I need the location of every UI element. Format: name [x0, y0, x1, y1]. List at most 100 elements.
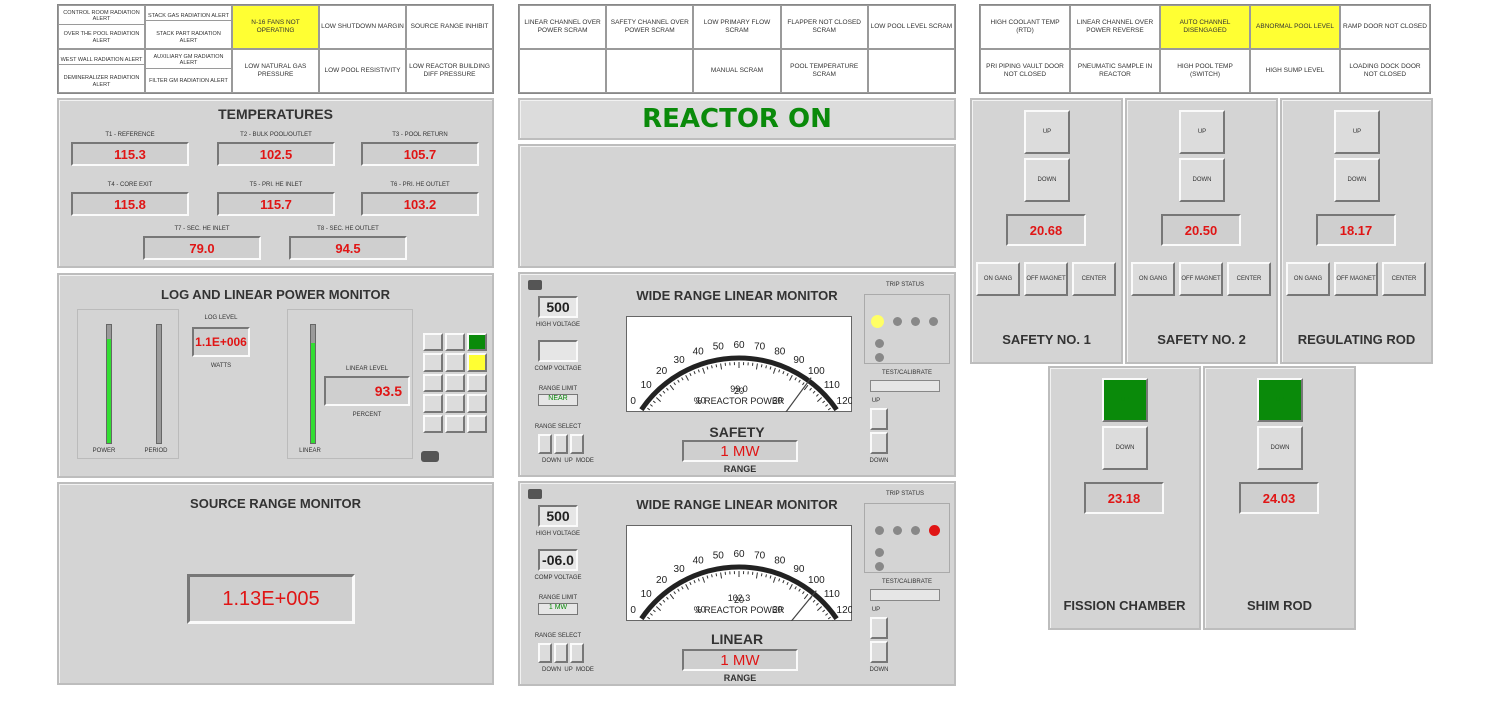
gauge-tick-label: 120: [837, 396, 852, 407]
test-calibrate-field[interactable]: [870, 589, 940, 601]
log-level-value: 1.1E+006: [192, 327, 250, 357]
trip-status-panel: [864, 503, 950, 573]
rod-down-button[interactable]: DOWN: [1024, 158, 1070, 202]
gauge-tick-label: 110: [824, 380, 840, 391]
range-down-button[interactable]: [538, 643, 552, 663]
linear-bargraph: LINEAR LINEAR LEVEL 93.5 PERCENT: [287, 309, 413, 459]
annunciator-cell: HIGH SUMP LEVEL: [1250, 49, 1340, 93]
on-gang-button[interactable]: ON GANG: [1131, 262, 1175, 296]
annunciator-left: CONTROL ROOM RADIATION ALERT OVER THE PO…: [57, 4, 494, 94]
range-up-button[interactable]: [554, 643, 568, 663]
annunciator-cell: LOW POOL RESISTIVITY: [319, 49, 406, 93]
keypad-button[interactable]: [423, 333, 443, 352]
range-value: 1 MW: [682, 649, 798, 671]
range-down-button[interactable]: [538, 434, 552, 454]
keypad-button[interactable]: [445, 333, 465, 352]
gauge-tick: [711, 365, 713, 369]
gauge-tick-label: 50: [713, 342, 725, 353]
center-button[interactable]: CENTER: [1072, 262, 1116, 296]
annunciator-cell-stack: WEST WALL RADIATION ALERT DEMINERALIZER …: [58, 49, 145, 93]
gauge-tick: [760, 364, 763, 368]
rod-position: 24.03: [1239, 482, 1319, 514]
keypad-button[interactable]: [445, 353, 465, 372]
rod-name: SAFETY NO. 1: [1002, 332, 1091, 347]
trip-status-label: TRIP STATUS: [885, 282, 924, 288]
log-level-label: LOG LEVEL: [204, 315, 238, 321]
rod-up-button[interactable]: UP: [1024, 110, 1070, 154]
gauge-tick-label: 90: [793, 564, 805, 575]
keypad-button[interactable]: [445, 394, 465, 413]
test-calibrate-field[interactable]: [870, 380, 940, 392]
off-magnet-button[interactable]: OFF MAGNET: [1334, 262, 1378, 296]
range-mode-button[interactable]: [570, 434, 584, 454]
high-voltage-label: HIGH VOLTAGE: [535, 531, 581, 537]
keypad-button[interactable]: [467, 394, 487, 413]
comp-voltage-label: COMP VOLTAGE: [534, 575, 582, 581]
annunciator-cell: FLAPPER NOT CLOSED SCRAM: [780, 5, 868, 49]
test-down-button[interactable]: [870, 641, 888, 663]
range-mode-button[interactable]: [570, 643, 584, 663]
temp-label: T5 - PRI. HE INLET: [249, 182, 303, 188]
gauge-tick: [715, 573, 718, 577]
keypad-button[interactable]: [423, 353, 443, 372]
keypad-button-highlight[interactable]: [467, 353, 487, 372]
center-button[interactable]: CENTER: [1382, 262, 1426, 296]
rod-up-button[interactable]: UP: [1257, 378, 1303, 422]
on-gang-button[interactable]: ON GANG: [1286, 262, 1330, 296]
log-bargraph: POWER PERIOD: [77, 309, 179, 459]
keypad-button[interactable]: [445, 373, 465, 393]
keypad-button[interactable]: [445, 414, 465, 433]
keypad-button[interactable]: [467, 414, 487, 433]
annunciator-cell: LOW REACTOR BUILDING DIFF PRESSURE: [406, 49, 493, 93]
annunciator-cell: WEST WALL RADIATION ALERT: [59, 56, 144, 66]
meter-title: WIDE RANGE LINEAR MONITOR: [636, 288, 838, 303]
range-up-button[interactable]: [554, 434, 568, 454]
off-magnet-button[interactable]: OFF MAGNET: [1024, 262, 1068, 296]
gauge-tick-label: 50: [713, 551, 725, 562]
vendor-logo-icon: [528, 280, 542, 290]
trip-led-lit: [871, 315, 884, 328]
test-up-button[interactable]: [870, 617, 888, 639]
annunciator-cell: STACK GAS RADIATION ALERT: [146, 12, 231, 22]
keypad-button[interactable]: [423, 373, 443, 393]
annunciator-cell: LOW POOL LEVEL SCRAM: [867, 5, 955, 49]
keypad-button-active[interactable]: [467, 333, 487, 352]
range-select-label: RANGE SELECT: [534, 633, 582, 639]
rod-panel-safety-2: UP DOWN 20.50 ON GANG OFF MAGNET CENTER …: [1125, 98, 1278, 364]
rod-position: 20.68: [1006, 214, 1086, 246]
down-label: DOWN: [869, 667, 889, 673]
keypad-button[interactable]: [467, 373, 487, 393]
test-up-button[interactable]: [870, 408, 888, 430]
annunciator-cell-alert: N-16 FANS NOT OPERATING: [232, 5, 319, 49]
temp-label: T4 - CORE EXIT: [107, 182, 153, 188]
temp-label: T6 - PRI. HE OUTLET: [390, 182, 450, 188]
annunciator-cell: LOW PRIMARY FLOW SCRAM: [693, 5, 781, 49]
rod-up-button[interactable]: UP: [1102, 378, 1148, 422]
annunciator-cell: [867, 49, 955, 93]
rod-down-button[interactable]: DOWN: [1179, 158, 1225, 202]
temp-value: 94.5: [289, 236, 407, 260]
rod-up-button[interactable]: UP: [1334, 110, 1380, 154]
keypad-button[interactable]: [423, 414, 443, 433]
annunciator-cell: OVER THE POOL RADIATION ALERT: [63, 31, 140, 44]
channel-name: LINEAR: [710, 631, 764, 647]
high-voltage-label: HIGH VOLTAGE: [535, 322, 581, 328]
center-button[interactable]: CENTER: [1227, 262, 1271, 296]
off-magnet-button[interactable]: OFF MAGNET: [1179, 262, 1223, 296]
rod-down-button[interactable]: DOWN: [1257, 426, 1303, 470]
period-label: PERIOD: [144, 448, 168, 454]
power-gauge: 0102030405060708090100110120010203040102…: [626, 525, 852, 621]
keypad-button[interactable]: [423, 394, 443, 413]
linear-bar: [310, 324, 316, 444]
on-gang-button[interactable]: ON GANG: [976, 262, 1020, 296]
gauge-tick-label: 40: [693, 556, 705, 567]
rod-down-button[interactable]: DOWN: [1102, 426, 1148, 470]
annunciator-cell-stack: AUXILIARY GM RADIATION ALERT FILTER GM R…: [145, 49, 232, 93]
range-label: RANGE: [723, 464, 757, 474]
trip-led: [875, 562, 884, 571]
test-down-button[interactable]: [870, 432, 888, 454]
rod-down-button[interactable]: DOWN: [1334, 158, 1380, 202]
gauge-tick-label: 70: [754, 342, 766, 353]
rod-up-button[interactable]: UP: [1179, 110, 1225, 154]
power-monitor-title: LOG AND LINEAR POWER MONITOR: [161, 287, 390, 302]
